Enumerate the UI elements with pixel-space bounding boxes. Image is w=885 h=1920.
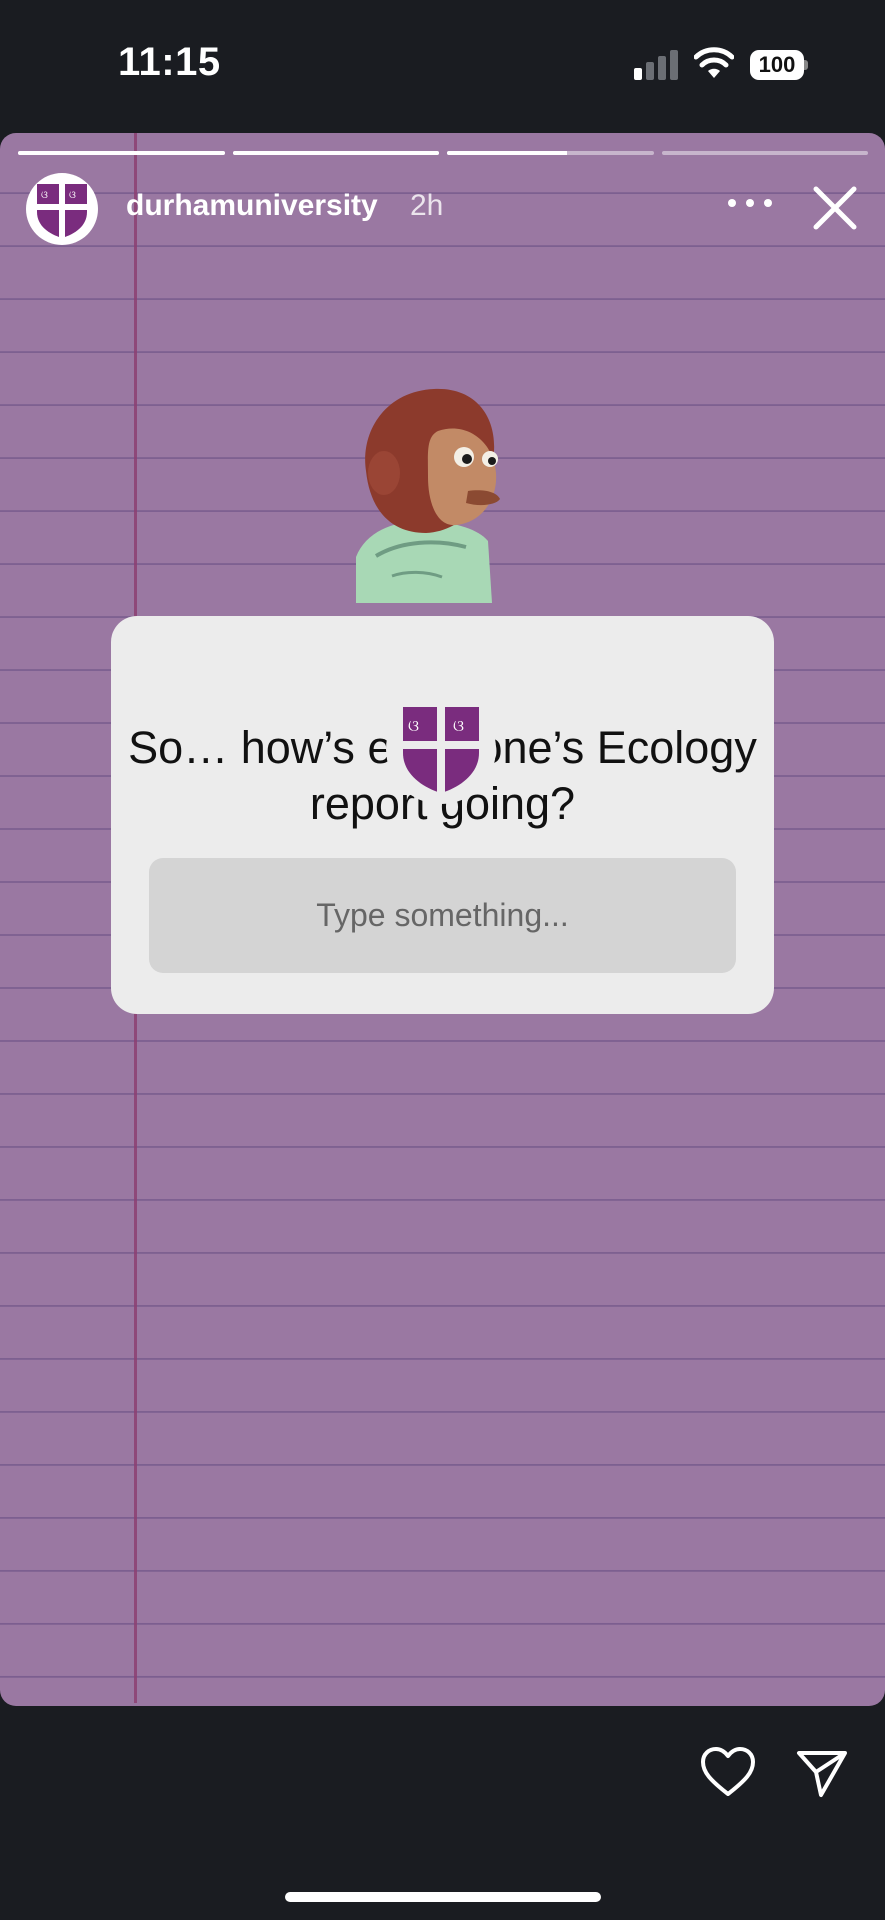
progress-segment bbox=[18, 151, 225, 155]
question-avatar: ଓ ଓ bbox=[386, 694, 496, 804]
status-time: 11:15 bbox=[118, 40, 221, 84]
question-sticker[interactable]: So… how’s everyone’s Ecology report goin… bbox=[111, 616, 774, 1014]
battery-level: 100 bbox=[750, 50, 804, 80]
university-crest-icon: ଓ ଓ bbox=[37, 184, 87, 238]
monkey-puppet-sticker bbox=[356, 388, 500, 603]
account-avatar[interactable]: ଓ ଓ bbox=[26, 173, 98, 245]
answer-input[interactable]: Type something... bbox=[149, 858, 736, 973]
svg-text:ଓ: ଓ bbox=[41, 190, 48, 201]
post-time: 2h bbox=[410, 189, 444, 222]
battery-icon: 100 bbox=[750, 50, 808, 82]
progress-segment bbox=[447, 151, 654, 155]
send-icon[interactable] bbox=[796, 1748, 848, 1798]
story-frame[interactable]: ଓ ଓ durhamuniversity 2h So… how’s everyo… bbox=[0, 133, 885, 1706]
wifi-icon bbox=[694, 47, 734, 78]
university-crest-icon: ଓ ଓ bbox=[403, 707, 479, 793]
cellular-signal-icon bbox=[634, 50, 680, 80]
svg-text:ଓ: ଓ bbox=[453, 716, 464, 735]
heart-icon[interactable] bbox=[700, 1746, 756, 1798]
status-bar: 11:15 100 bbox=[0, 0, 885, 130]
progress-segment bbox=[661, 151, 868, 155]
progress-segment bbox=[232, 151, 439, 155]
svg-text:ଓ: ଓ bbox=[408, 716, 419, 735]
more-icon[interactable] bbox=[725, 187, 775, 217]
close-icon[interactable] bbox=[810, 183, 860, 233]
home-indicator[interactable] bbox=[285, 1892, 601, 1902]
svg-text:ଓ: ଓ bbox=[69, 190, 76, 201]
story-progress bbox=[18, 151, 868, 155]
username[interactable]: durhamuniversity bbox=[126, 189, 378, 223]
